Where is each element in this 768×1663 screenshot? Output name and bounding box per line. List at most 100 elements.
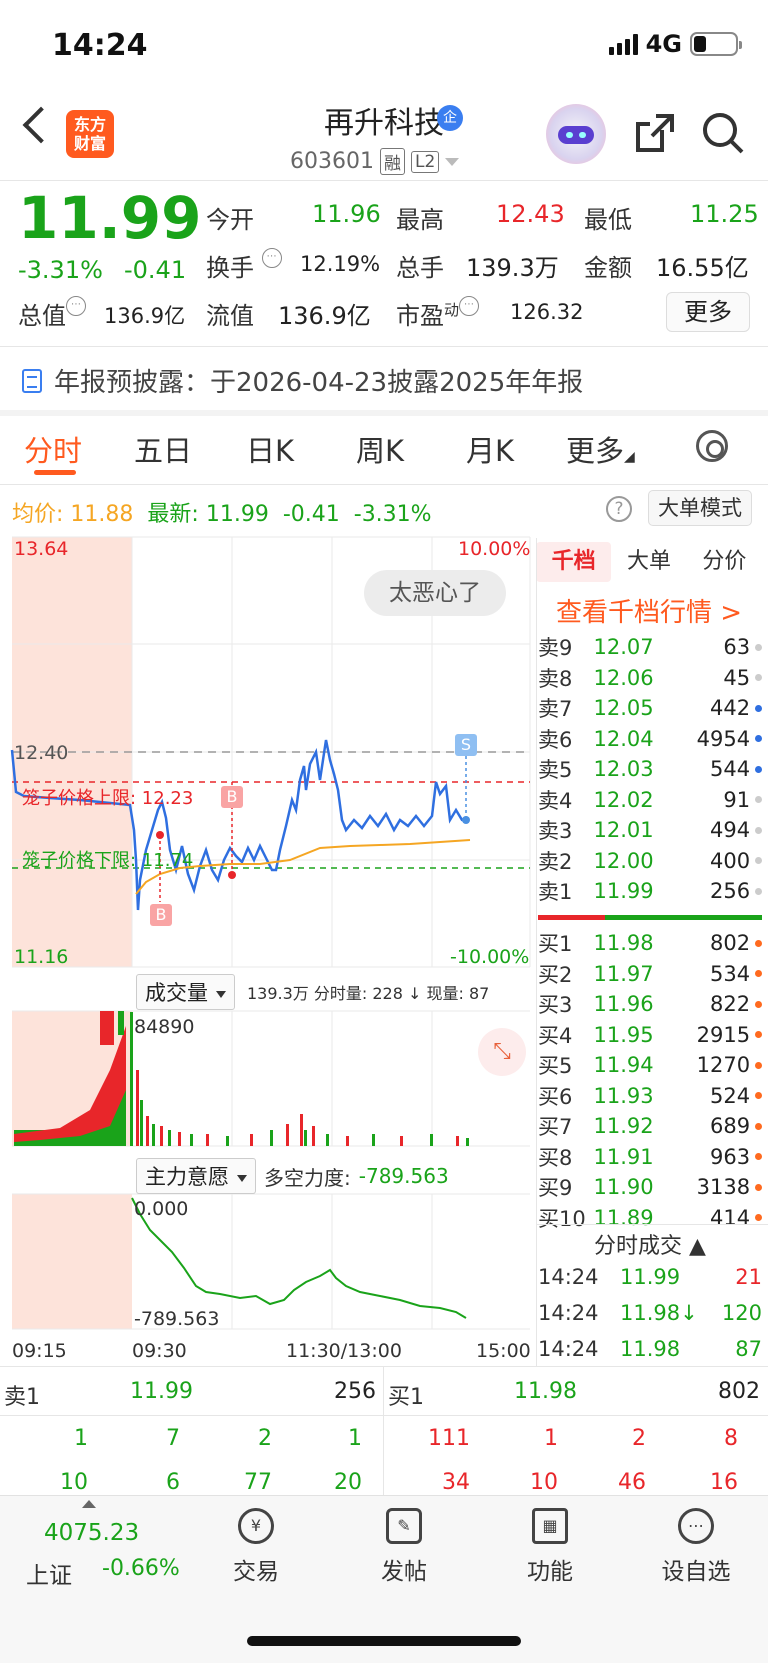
bid-level-label: 买1 — [538, 932, 573, 956]
ask-level-label: 卖6 — [538, 727, 573, 752]
ask-volume: 442 — [709, 696, 751, 720]
pe-label: 市盈动 ⋯ — [396, 296, 480, 331]
tab-big-orders[interactable]: 大单 — [611, 542, 686, 582]
bid-price: 11.90 — [593, 1175, 654, 1199]
bid-level-label: 买5 — [538, 1054, 573, 1078]
big-order-mode-button[interactable]: 大单模式 — [648, 490, 752, 526]
intraday-chart[interactable] — [0, 530, 536, 1360]
ask-level-label: 卖5 — [538, 758, 573, 782]
volume-value: 139.3万 — [466, 254, 559, 282]
high-value: 12.43 — [496, 200, 565, 228]
ask-row[interactable]: 卖2 12.00 400 — [538, 846, 763, 876]
info-icon[interactable]: ⋯ — [261, 248, 282, 268]
info-icon[interactable]: ⋯ — [459, 296, 480, 316]
document-icon — [22, 368, 42, 393]
bid-row[interactable]: 买2 11.97 534 — [538, 959, 763, 989]
ask-row[interactable]: 卖4 12.02 91 — [538, 785, 763, 815]
search-icon[interactable] — [700, 110, 746, 156]
help-icon[interactable]: ? — [606, 496, 632, 522]
nav-post[interactable]: ✎ 发帖 — [344, 1508, 464, 1586]
order-dot-icon — [755, 643, 763, 651]
volume-indicator-dropdown[interactable]: 成交量 — [136, 974, 235, 1010]
enterprise-badge: 企 — [437, 105, 463, 131]
expand-icon[interactable]: ⤡ — [478, 1028, 526, 1076]
comment-toast[interactable]: 太恶心了 — [364, 570, 506, 616]
tab-weekly-k[interactable]: 周K — [356, 428, 404, 470]
bid-row[interactable]: 买5 11.94 1270 — [538, 1050, 763, 1080]
stock-code-row[interactable]: 603601 融 L2 — [290, 148, 460, 175]
order-dot-icon — [755, 826, 763, 834]
bid-row[interactable]: 买3 11.96 822 — [538, 989, 763, 1019]
bid-price: 11.96 — [593, 992, 654, 1016]
buy-queue-order: 1 — [544, 1426, 558, 1451]
buy-queue-order: 2 — [632, 1426, 646, 1451]
tab-intraday[interactable]: 分时 — [24, 428, 82, 470]
orderbook-divider — [536, 538, 537, 1366]
bid-price: 11.93 — [593, 1083, 654, 1108]
time-label-open: 09:30 — [132, 1340, 187, 1362]
bid-price: 11.94 — [593, 1053, 654, 1077]
ask-row[interactable]: 卖7 12.05 442 — [538, 693, 763, 723]
nav-functions[interactable]: ▦ 功能 — [490, 1508, 610, 1586]
mktcap-label: 总值 ⋯ — [18, 296, 86, 331]
queue-buy-volume: 802 — [718, 1379, 760, 1404]
tab-more[interactable]: 更多◢ — [566, 428, 635, 470]
sentiment-indicator-dropdown[interactable]: 主力意愿 — [136, 1158, 256, 1194]
tab-daily-k[interactable]: 日K — [246, 428, 294, 470]
bid-row[interactable]: 买6 11.93 524 — [538, 1081, 763, 1111]
gear-icon[interactable] — [696, 430, 728, 462]
tick-volume: 21 — [735, 1265, 762, 1289]
order-dot-icon — [755, 1092, 763, 1099]
status-time: 14:24 — [52, 28, 148, 63]
bid-row[interactable]: 买4 11.95 2915 — [538, 1020, 763, 1050]
sell-queue-order: 20 — [334, 1470, 362, 1495]
ask-row[interactable]: 卖3 12.01 494 — [538, 815, 763, 845]
ask-row[interactable]: 卖9 12.07 63 — [538, 632, 763, 662]
tab-price-distribution[interactable]: 分价 — [687, 542, 762, 582]
info-icon[interactable]: ⋯ — [66, 296, 86, 316]
index-name[interactable]: 上证 — [26, 1556, 72, 1590]
bid-row[interactable]: 买8 11.91 963 — [538, 1142, 763, 1172]
bid-price: 11.95 — [593, 1022, 654, 1047]
index-change[interactable]: -0.66% — [102, 1556, 180, 1581]
tick-trades-header[interactable]: 分时成交 ▲ — [538, 1228, 762, 1260]
sell-queue-order: 77 — [244, 1470, 272, 1495]
queue-sell-volume: 256 — [334, 1379, 376, 1404]
ask-row[interactable]: 卖1 11.99 256 — [538, 876, 763, 906]
tab-monthly-k[interactable]: 月K — [466, 428, 514, 470]
level2-tag: L2 — [410, 150, 440, 173]
buy-queue-order: 8 — [724, 1426, 738, 1451]
full-depth-link[interactable]: 查看千档行情 > — [556, 592, 742, 629]
home-indicator[interactable] — [247, 1636, 521, 1646]
volume-max-label: 84890 — [134, 1016, 195, 1038]
pre-market-area-zhuli — [12, 1194, 132, 1329]
nav-watchlist[interactable]: ⋯ 设自选 — [636, 1508, 756, 1586]
ask-price: 12.03 — [593, 757, 654, 781]
ai-assistant-icon[interactable] — [546, 104, 606, 164]
nav-trade[interactable]: ¥ 交易 — [196, 1508, 316, 1586]
bid-row[interactable]: 买1 11.98 802 — [538, 928, 763, 958]
bid-row[interactable]: 买9 11.90 3138 — [538, 1172, 763, 1202]
ask-row[interactable]: 卖8 12.06 45 — [538, 663, 763, 693]
ask-row[interactable]: 卖5 12.03 544 — [538, 754, 763, 784]
tab-five-day[interactable]: 五日 — [134, 428, 192, 470]
ask-row[interactable]: 卖6 12.04 4954 — [538, 724, 763, 754]
share-icon[interactable] — [632, 110, 678, 156]
mktcap-value: 136.9亿 — [104, 304, 186, 328]
more-button[interactable]: 更多 — [666, 292, 750, 332]
buy-marker[interactable]: B — [221, 786, 243, 808]
buy-marker[interactable]: B — [150, 904, 172, 926]
bid-row[interactable]: 买7 11.92 689 — [538, 1111, 763, 1141]
index-value[interactable]: 4075.23 — [44, 1520, 139, 1546]
buy-queue-order: 34 — [442, 1470, 470, 1495]
expand-up-icon[interactable] — [82, 1500, 96, 1508]
annual-report-notice[interactable]: 年报预披露：于2026-04-23披露2025年年报 — [22, 362, 583, 399]
order-dot-icon — [755, 857, 763, 864]
sell-marker[interactable]: S — [455, 734, 477, 756]
amount-value: 16.55亿 — [656, 254, 749, 282]
volume-header: 成交量 139.3万 分时量: 228 ↓ 现量: 87 — [136, 974, 489, 1010]
tab-depth[interactable]: 千档 — [536, 542, 612, 582]
tick-volume: 87 — [735, 1337, 762, 1361]
order-dot-icon — [755, 765, 763, 773]
bid-level-label: 买3 — [538, 993, 573, 1017]
